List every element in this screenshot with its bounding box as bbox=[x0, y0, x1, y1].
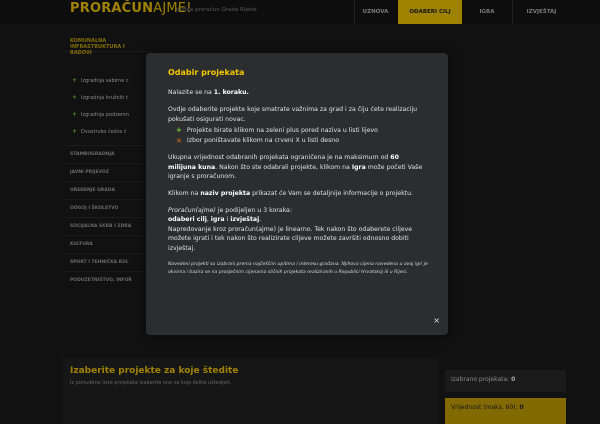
steps-igra: igra bbox=[210, 216, 225, 224]
plus-icon: + bbox=[176, 126, 182, 135]
limit-paragraph: Ukupna vrijednost odabranih projekata og… bbox=[168, 153, 428, 182]
hint-remove: ✕ Izbor poništavate klikom na crveni X u … bbox=[176, 136, 428, 147]
limit-igra: Igra bbox=[351, 163, 366, 171]
details-paragraph: Klikom na naziv projekta prikazat će Vam… bbox=[168, 189, 428, 199]
modal-title: Odabir projekata bbox=[168, 68, 245, 77]
step-number: 1. koraku. bbox=[213, 89, 249, 97]
steps-app-name: Proračun(ajme) bbox=[168, 206, 216, 214]
step-prefix: Nalazite se na bbox=[168, 89, 214, 97]
steps-dot: . bbox=[259, 216, 262, 224]
limit-text-c: . Nakon što ste odabrali projekte, kliko… bbox=[215, 163, 352, 171]
close-icon[interactable]: × bbox=[433, 315, 440, 327]
details-project-name: naziv projekta bbox=[200, 190, 251, 198]
details-text-a: Klikom na bbox=[168, 190, 201, 198]
steps-paragraph: Proračun(ajme) je podijeljen u 3 koraka:… bbox=[168, 206, 428, 254]
hint-add: + Projekte birate klikom na zeleni plus p… bbox=[176, 125, 428, 136]
steps-text-b: je podijeljen u 3 koraka: bbox=[215, 206, 292, 214]
disclaimer-note: Navedeni projekti su izabrani prema najč… bbox=[168, 261, 428, 275]
hint-list: + Projekte birate klikom na zeleni plus p… bbox=[168, 125, 428, 146]
steps-cilj: odaberi cilj bbox=[168, 216, 207, 224]
hint-remove-text: Izbor poništavate klikom na crveni X u l… bbox=[186, 137, 340, 145]
intro-paragraph: Ovdje odaberite projekte koje smatrate v… bbox=[168, 106, 418, 123]
instructions-modal: Odabir projekata Nalazite se na 1. korak… bbox=[146, 53, 448, 335]
steps-izvjestaj: izvještaj bbox=[230, 216, 260, 224]
limit-text-a: Ukupna vrijednost odabranih projekata og… bbox=[168, 154, 391, 162]
details-text-c: prikazat će Vam se detaljnije informacij… bbox=[250, 190, 413, 198]
step-text: Nalazite se na 1. koraku. bbox=[168, 88, 428, 98]
hint-add-text: Projekte birate klikom na zeleni plus po… bbox=[186, 126, 378, 134]
progress-text: Napredovanje kroz proračun(ajme) je line… bbox=[168, 225, 413, 253]
x-icon: ✕ bbox=[176, 136, 182, 145]
